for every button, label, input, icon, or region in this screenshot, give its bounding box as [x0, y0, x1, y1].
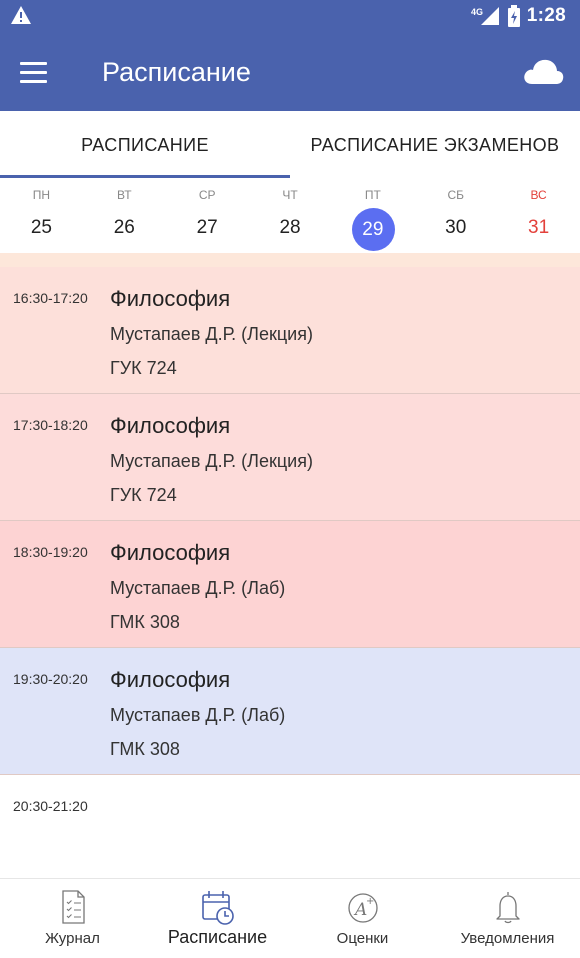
- nav-label: Журнал: [45, 930, 100, 947]
- tab-exam-schedule[interactable]: РАСПИСАНИЕ ЭКЗАМЕНОВ: [290, 111, 580, 179]
- day-wednesday[interactable]: СР 27: [166, 181, 249, 253]
- lesson-slot[interactable]: 16:30-17:20 Философия Мустапаев Д.Р. (Ле…: [0, 267, 580, 394]
- lesson-room: ГУК 724: [110, 485, 177, 505]
- day-number: 27: [196, 217, 218, 238]
- calendar-clock-icon: [201, 891, 234, 925]
- lesson-time: 16:30-17:20: [13, 290, 88, 306]
- lesson-subject: Философия: [110, 413, 231, 438]
- day-number: 25: [30, 217, 52, 238]
- day-number: 29: [362, 219, 384, 240]
- day-monday[interactable]: ПН 25: [0, 181, 83, 253]
- lesson-teacher: Мустапаев Д.Р. (Лекция): [110, 451, 313, 471]
- hamburger-menu-icon[interactable]: [20, 55, 60, 89]
- battery-icon: [507, 5, 520, 27]
- app-bar: Расписание: [0, 32, 580, 111]
- day-number: 30: [445, 217, 467, 238]
- schedule-tabs: РАСПИСАНИЕ РАСПИСАНИЕ ЭКЗАМЕНОВ: [0, 111, 580, 179]
- status-right: 4G 1:28: [471, 5, 566, 27]
- network-type: 4G: [471, 7, 483, 17]
- day-name: ПН: [32, 188, 51, 202]
- status-time: 1:28: [526, 5, 566, 26]
- nav-label: Уведомления: [460, 930, 555, 947]
- lesson-room: ГМК 308: [110, 739, 180, 759]
- day-name: ВС: [530, 188, 547, 202]
- tab-schedule[interactable]: РАСПИСАНИЕ: [0, 111, 290, 179]
- svg-text:+: +: [366, 896, 374, 907]
- lesson-time: 20:30-21:20: [13, 798, 88, 814]
- week-strip: ПН 25 ВТ 26 СР 27 ЧТ 28 ПТ 29 СБ 30 ВС 3…: [0, 181, 580, 253]
- nav-grades[interactable]: A + Оценки: [290, 879, 435, 958]
- grade-icon: A +: [347, 893, 378, 923]
- nav-notifications[interactable]: Уведомления: [435, 879, 580, 958]
- lesson-subject: Философия: [110, 286, 231, 311]
- day-name: ВТ: [117, 188, 132, 202]
- lesson-subject: Философия: [110, 540, 231, 565]
- lesson-time: 19:30-20:20: [13, 671, 88, 687]
- day-name: ПТ: [364, 188, 381, 202]
- lesson-room: ГУК 724: [110, 358, 177, 378]
- lesson-slot[interactable]: 19:30-20:20 Философия Мустапаев Д.Р. (Ла…: [0, 648, 580, 775]
- nav-schedule[interactable]: Расписание: [145, 879, 290, 958]
- app-header: 4G 1:28 Расписание: [0, 0, 580, 111]
- lesson-teacher: Мустапаев Д.Р. (Лаб): [110, 578, 286, 598]
- day-name: ЧТ: [282, 188, 298, 202]
- day-name: СР: [198, 188, 216, 202]
- status-bar: 4G 1:28: [0, 0, 580, 32]
- cloud-icon[interactable]: [522, 56, 564, 88]
- day-thursday[interactable]: ЧТ 28: [249, 181, 332, 253]
- lesson-time: 18:30-19:20: [13, 544, 88, 560]
- bottom-navigation: Журнал Расписание A + Оценки Уведомления: [0, 878, 580, 958]
- journal-icon: [61, 890, 85, 924]
- lesson-slot[interactable]: 17:30-18:20 Философия Мустапаев Д.Р. (Ле…: [0, 394, 580, 521]
- lesson-teacher: Мустапаев Д.Р. (Лаб): [110, 705, 286, 725]
- lesson-room: ГМК 308: [110, 612, 180, 632]
- lesson-teacher: Мустапаев Д.Р. (Лекция): [110, 324, 313, 344]
- lesson-subject: Философия: [110, 667, 231, 692]
- nav-label: Расписание: [167, 927, 268, 947]
- day-tuesday[interactable]: ВТ 26: [83, 181, 166, 253]
- bell-icon: [495, 892, 520, 924]
- day-number: 26: [113, 217, 135, 238]
- schedule-top-strip: [0, 253, 580, 267]
- lesson-slot[interactable]: 18:30-19:20 Философия Мустапаев Д.Р. (Ла…: [0, 521, 580, 648]
- day-saturday[interactable]: СБ 30: [414, 181, 497, 253]
- day-sunday[interactable]: ВС 31: [497, 181, 580, 253]
- schedule-list: 16:30-17:20 Философия Мустапаев Д.Р. (Ле…: [0, 267, 580, 902]
- signal-icon: 4G: [471, 7, 499, 25]
- day-number: 28: [279, 217, 301, 238]
- day-name: СБ: [447, 188, 464, 202]
- tab-indicator: [0, 175, 290, 178]
- day-friday-selected[interactable]: ПТ 29: [331, 181, 414, 253]
- nav-label: Оценки: [336, 930, 389, 947]
- lesson-time: 17:30-18:20: [13, 417, 88, 433]
- warning-icon: [11, 6, 31, 24]
- day-number: 31: [528, 217, 550, 238]
- nav-journal[interactable]: Журнал: [0, 879, 145, 958]
- page-title: Расписание: [102, 57, 251, 87]
